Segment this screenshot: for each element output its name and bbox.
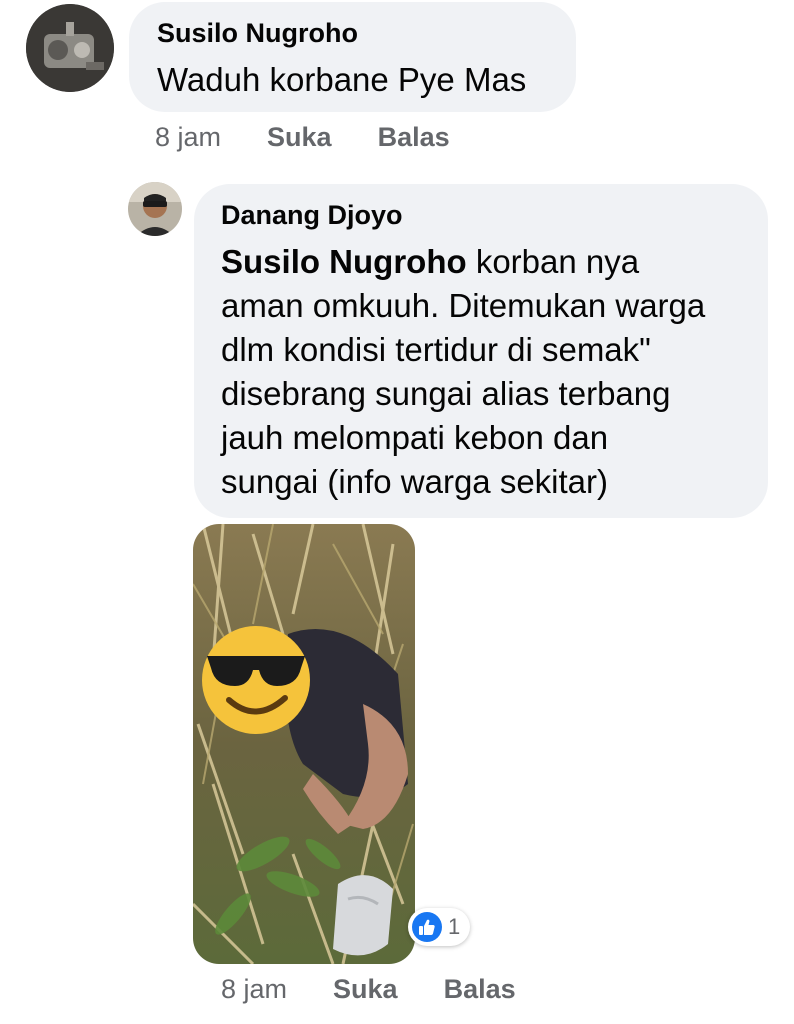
comment-timestamp[interactable]: 8 jam — [155, 122, 221, 153]
comment-actions: 8 jam Suka Balas — [155, 122, 450, 153]
reply-text-line: dlm kondisi tertidur di semak" — [221, 331, 651, 368]
reply-timestamp[interactable]: 8 jam — [221, 974, 287, 1005]
reply-text-line: Susilo Nugroho korban nya — [221, 243, 640, 280]
comment-author[interactable]: Susilo Nugroho — [157, 18, 358, 49]
reply-text-line: disebrang sungai alias terbang — [221, 375, 671, 412]
reaction-badge[interactable]: 1 — [408, 908, 471, 946]
reply-button[interactable]: Balas — [378, 122, 450, 153]
like-button[interactable]: Suka — [267, 122, 332, 153]
like-thumb-icon — [412, 912, 442, 942]
avatar-susilo-nugroho[interactable] — [26, 4, 114, 92]
reply-text-line: aman omkuuh. Ditemukan warga — [221, 287, 706, 324]
attached-photo[interactable] — [193, 524, 415, 964]
comment-text: Waduh korbane Pye Mas — [157, 61, 527, 98]
sunglasses-emoji-icon — [202, 626, 310, 734]
reply-author[interactable]: Danang Djoyo — [221, 200, 403, 231]
reply-actions: 8 jam Suka Balas — [221, 974, 516, 1005]
reaction-count: 1 — [448, 914, 461, 939]
mention-link[interactable]: Susilo Nugroho — [221, 243, 467, 280]
reply-like-button[interactable]: Suka — [333, 974, 398, 1005]
reply-reply-button[interactable]: Balas — [444, 974, 516, 1005]
reply-text: Susilo Nugroho korban nya aman omkuuh. D… — [221, 240, 761, 504]
reply-text-line: sungai (info warga sekitar) — [221, 463, 609, 500]
avatar-danang-djoyo[interactable] — [128, 182, 182, 236]
reply-text-line: jauh melompati kebon dan — [221, 419, 609, 456]
